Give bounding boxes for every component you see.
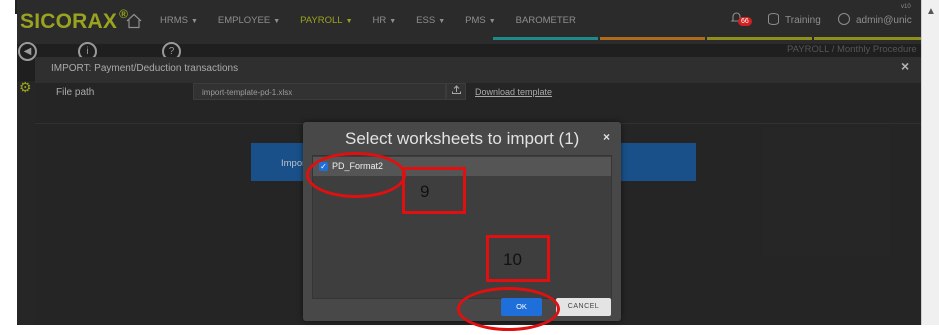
menu-payroll[interactable]: PAYROLL ▼ (300, 15, 352, 26)
user-icon (838, 13, 850, 25)
menu-hrms[interactable]: HRMS ▼ (160, 15, 198, 26)
main-menu: HRMS ▼ EMPLOYEE ▼ PAYROLL ▼ HR ▼ ESS ▼ PMS ▼ B… (160, 15, 596, 26)
annotation-ellipse-worksheet (306, 152, 406, 198)
menu-color-bar-olive-2 (814, 37, 921, 40)
top-navbar: SICORAX ® HRMS ▼ EMPLOYEE ▼ PAYROLL ▼ HR ▼ ES… (17, 0, 921, 44)
scroll-up-icon[interactable]: ▲ (926, 6, 936, 17)
training-link[interactable]: Training (768, 13, 821, 26)
caret-down-icon: ▼ (273, 18, 281, 25)
caret-down-icon: ▼ (488, 18, 496, 25)
annotation-box-9 (402, 167, 466, 214)
close-icon[interactable]: × (603, 130, 610, 144)
breadcrumb: PAYROLL / Monthly Procedure (787, 44, 917, 55)
menu-barometer[interactable]: BAROMETER (516, 15, 576, 26)
left-sidebar (17, 81, 35, 325)
logo[interactable]: SICORAX ® (20, 7, 128, 34)
menu-color-bar-olive (707, 37, 812, 40)
menu-employee[interactable]: EMPLOYEE ▼ (218, 15, 280, 26)
cancel-button[interactable]: CANCEL (556, 298, 611, 316)
caret-down-icon: ▼ (190, 18, 198, 25)
dialog-title: Select worksheets to import (1) (345, 129, 580, 148)
caret-down-icon: ▼ (345, 18, 353, 25)
gear-icon[interactable]: ⚙ (19, 79, 35, 95)
database-icon (768, 13, 779, 25)
notifications[interactable]: 66 (730, 11, 758, 29)
annotation-step-10: 10 (503, 250, 522, 269)
home-icon[interactable] (125, 12, 143, 30)
version-label: v10 (901, 4, 911, 10)
notification-badge: 66 (738, 17, 752, 26)
user-menu[interactable]: admin@unic (838, 13, 912, 26)
menu-pms[interactable]: PMS ▼ (465, 15, 496, 26)
menu-color-bar-orange (600, 37, 705, 40)
caret-down-icon: ▼ (438, 18, 446, 25)
annotation-ellipse-ok (457, 287, 560, 331)
caret-down-icon: ▼ (389, 18, 397, 25)
menu-color-bar-teal (493, 37, 598, 40)
scrollbar[interactable]: ▲ (921, 0, 939, 325)
menu-ess[interactable]: ESS ▼ (416, 15, 445, 26)
annotation-step-9: 9 (420, 182, 430, 201)
menu-hr[interactable]: HR ▼ (373, 15, 397, 26)
